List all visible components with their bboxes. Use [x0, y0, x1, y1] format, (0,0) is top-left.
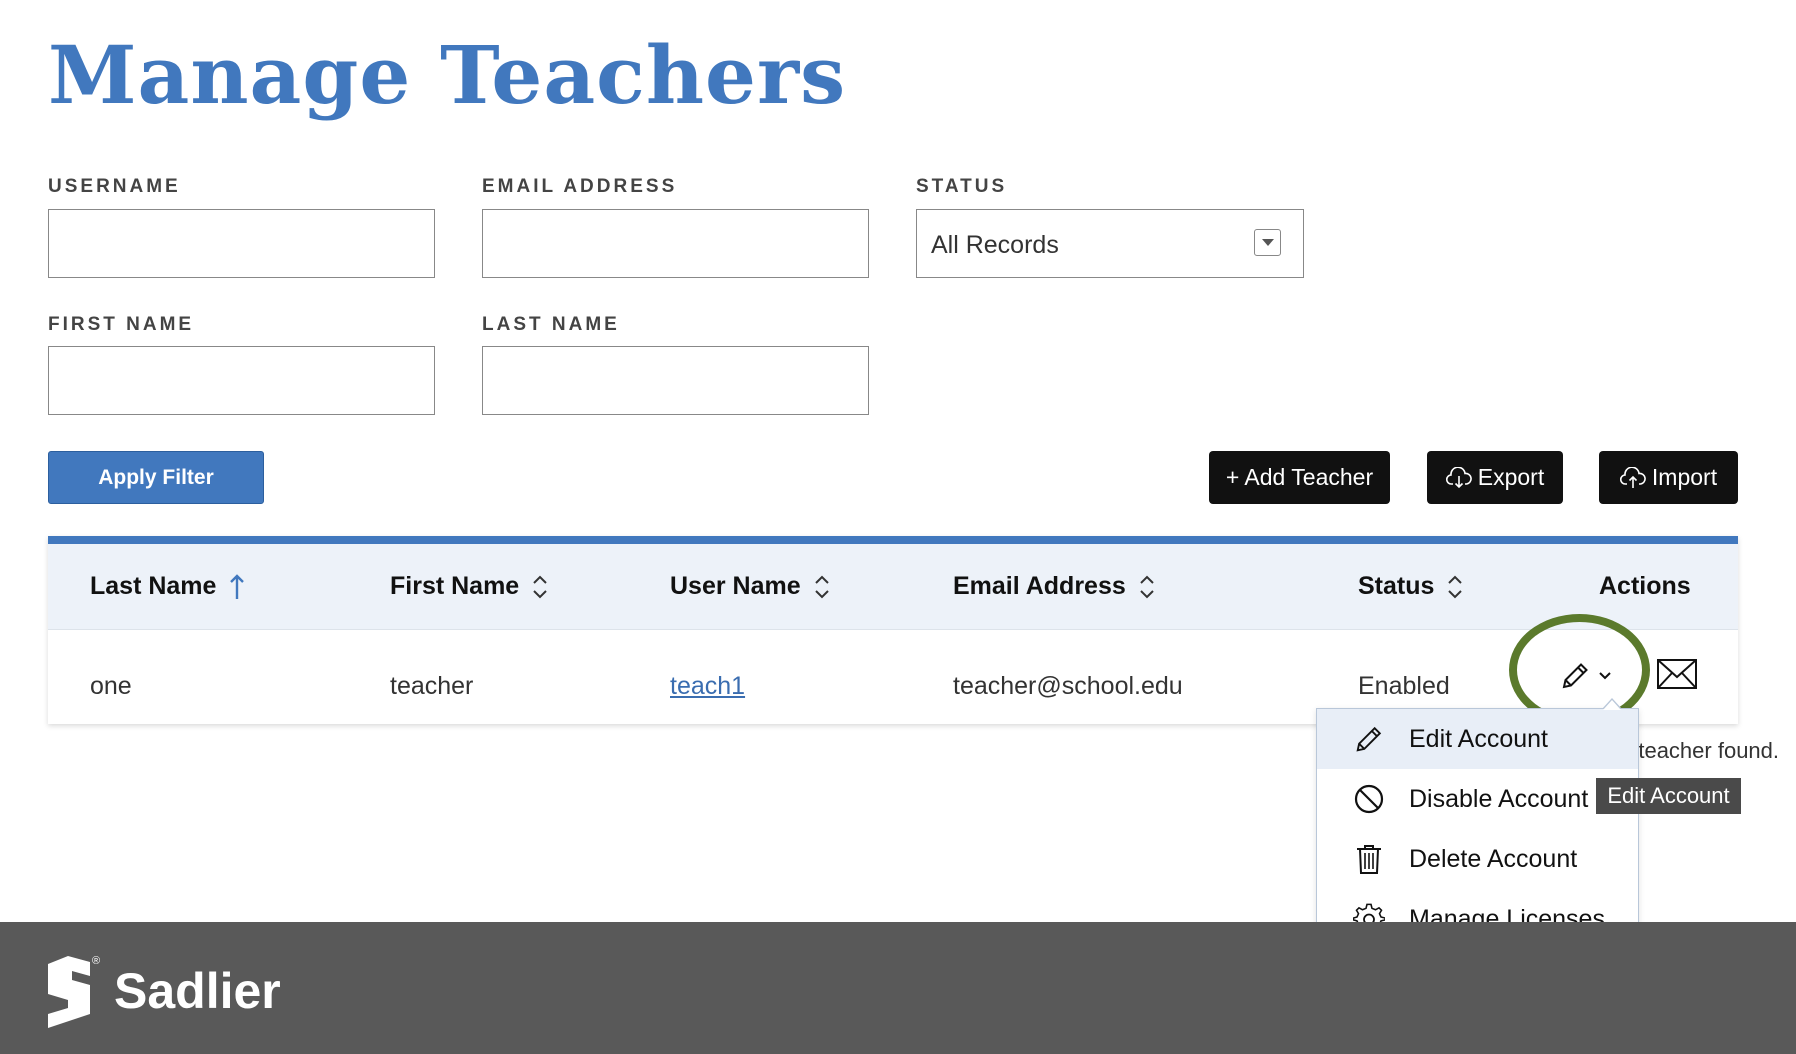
- table-header: Last Name First Name User Name Email Add…: [48, 544, 1738, 630]
- apply-filter-button[interactable]: Apply Filter: [48, 451, 264, 504]
- first-name-label: FIRST NAME: [48, 314, 195, 335]
- page-title: Manage Teachers: [48, 28, 847, 122]
- status-select-value: All Records: [931, 231, 1059, 259]
- add-teacher-button[interactable]: + Add Teacher: [1209, 451, 1390, 504]
- column-label: Last Name: [90, 572, 217, 600]
- cell-email: teacher@school.edu: [953, 672, 1183, 700]
- sort-icon: [533, 575, 547, 598]
- menu-item-delete-account[interactable]: Delete Account: [1317, 829, 1638, 889]
- cloud-download-icon: [1445, 466, 1472, 488]
- cell-status: Enabled: [1358, 672, 1450, 700]
- email-address-input[interactable]: [482, 209, 869, 278]
- registered-mark: ®: [92, 955, 100, 967]
- menu-label: Delete Account: [1409, 844, 1578, 873]
- export-label: Export: [1477, 464, 1545, 490]
- import-button[interactable]: Import: [1599, 451, 1738, 504]
- menu-label: Edit Account: [1409, 724, 1548, 753]
- add-teacher-label: + Add Teacher: [1225, 464, 1374, 490]
- column-header-email-address[interactable]: Email Address: [953, 572, 1156, 601]
- export-button[interactable]: Export: [1427, 451, 1563, 504]
- edit-account-tooltip: Edit Account: [1596, 778, 1741, 814]
- status-select[interactable]: All Records: [916, 209, 1304, 278]
- chevron-down-icon: [1254, 229, 1281, 256]
- menu-item-disable-account[interactable]: Disable Account: [1317, 769, 1638, 829]
- sort-ascending-icon: [230, 573, 245, 599]
- trash-icon: [1357, 845, 1381, 874]
- sort-icon: [814, 575, 829, 598]
- column-header-actions: Actions: [1599, 572, 1691, 601]
- username-label: USERNAME: [48, 176, 181, 197]
- ban-icon: [1354, 784, 1384, 814]
- first-name-input[interactable]: [48, 346, 435, 415]
- sadlier-logo-icon: ®: [48, 955, 100, 1028]
- cloud-upload-icon: [1619, 466, 1646, 488]
- column-label: Email Address: [953, 572, 1126, 600]
- brand-name: Sadlier: [114, 963, 281, 1019]
- column-label: First Name: [390, 572, 520, 600]
- column-label: Status: [1358, 572, 1435, 600]
- email-address-label: EMAIL ADDRESS: [482, 176, 678, 197]
- column-label: Actions: [1599, 572, 1691, 600]
- sort-icon: [1448, 575, 1463, 598]
- username-input[interactable]: [48, 209, 435, 278]
- sort-icon: [1140, 575, 1154, 598]
- column-label: User Name: [670, 572, 801, 600]
- import-label: Import: [1651, 464, 1718, 490]
- pencil-icon: [1356, 726, 1382, 752]
- footer: ® Sadlier: [0, 922, 1796, 1054]
- cell-last-name: one: [90, 672, 132, 700]
- column-header-last-name[interactable]: Last Name: [90, 572, 246, 601]
- status-label: STATUS: [916, 176, 1008, 197]
- teachers-table: Last Name First Name User Name Email Add…: [48, 536, 1738, 724]
- sadlier-logo[interactable]: ® Sadlier: [48, 954, 281, 1028]
- cell-first-name: teacher: [390, 672, 474, 700]
- column-header-first-name[interactable]: First Name: [390, 572, 549, 601]
- column-header-status[interactable]: Status: [1358, 572, 1464, 601]
- last-name-label: LAST NAME: [482, 314, 620, 335]
- column-header-user-name[interactable]: User Name: [670, 572, 831, 601]
- mail-icon[interactable]: [1656, 658, 1698, 690]
- menu-label: Disable Account: [1409, 784, 1589, 813]
- menu-item-edit-account[interactable]: Edit Account: [1317, 709, 1638, 769]
- last-name-input[interactable]: [482, 346, 869, 415]
- cell-user-name-link[interactable]: teach1: [670, 672, 745, 701]
